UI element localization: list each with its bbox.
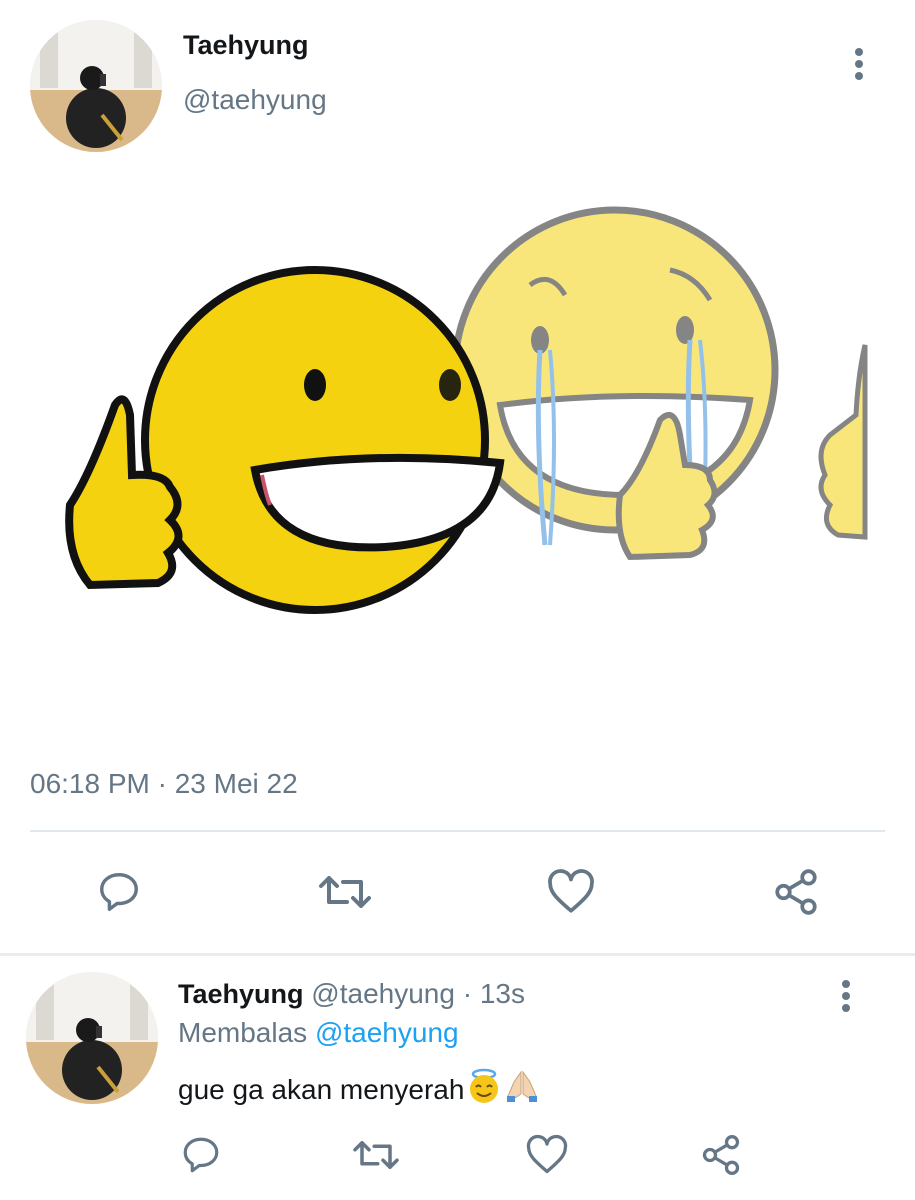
reply-text: gue ga akan menyerah [178,1073,465,1105]
smiling-face-with-halo-emoji [466,1068,502,1111]
tweet-action-bar [30,855,885,935]
smiling-thumbs-up-meme-image [65,206,868,614]
separator-dot: · [462,978,473,1009]
replying-to: Membalas @taehyung [178,1017,459,1049]
replying-mention-link[interactable]: @taehyung [315,1017,459,1048]
reply-author-name[interactable]: Taehyung [178,979,304,1009]
like-icon[interactable] [543,867,598,917]
tweet-media-image[interactable] [30,175,885,735]
retweet-icon[interactable] [350,1132,402,1178]
reply-body: gue ga akan menyerah [178,1068,540,1111]
retweet-icon[interactable] [315,867,375,917]
replying-prefix: Membalas [178,1017,308,1048]
section-divider [0,953,915,956]
author-name[interactable]: Taehyung [183,30,309,61]
avatar-photo [30,20,162,152]
more-options-icon[interactable] [845,44,875,84]
folded-hands-emoji [504,1068,540,1111]
reply-header: Taehyung @taehyung · 13s [178,978,525,1010]
author-avatar[interactable] [30,20,162,152]
like-icon[interactable] [523,1132,571,1178]
reply-time: 13s [479,978,525,1009]
reply-author-handle[interactable]: @taehyung [311,978,455,1009]
reply-icon[interactable] [94,867,144,917]
tweet-timestamp: 06:18 PM · 23 Mei 22 [30,768,298,799]
reply-icon[interactable] [178,1132,224,1178]
share-icon[interactable] [768,867,823,917]
share-icon[interactable] [697,1132,745,1178]
divider [30,830,885,832]
reply-author-avatar[interactable] [26,972,158,1104]
avatar-photo [26,972,158,1104]
author-handle[interactable]: @taehyung [183,84,327,116]
more-options-icon[interactable] [832,976,862,1016]
